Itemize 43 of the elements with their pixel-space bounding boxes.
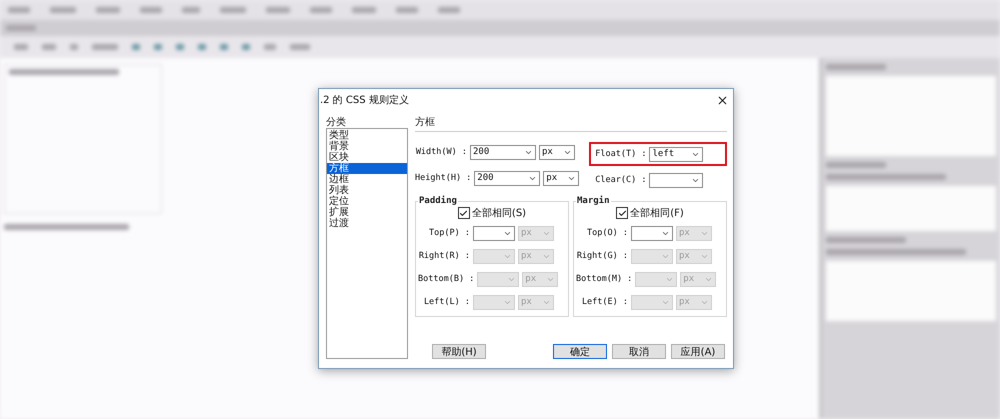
category-item[interactable]: 区块 <box>327 152 407 163</box>
value-dropdown[interactable]: 200 <box>470 144 536 160</box>
group-title: Padding <box>418 196 458 206</box>
close-button[interactable] <box>716 94 729 106</box>
field-label: Right(R) : <box>418 251 470 261</box>
value-dropdown[interactable] <box>631 226 673 240</box>
field-label: Left(E) : <box>580 297 628 307</box>
field-label: Bottom(B) : <box>418 274 474 284</box>
field-label: Bottom(M) : <box>576 274 632 284</box>
section-title: 方框 <box>415 115 727 132</box>
dialog-button[interactable]: 确定 <box>553 344 607 359</box>
field-label: Top(P) : <box>428 228 470 238</box>
category-item[interactable]: 类型 <box>327 130 407 141</box>
field-label: Left(L) : <box>422 297 470 307</box>
category-item[interactable]: 列表 <box>327 185 407 196</box>
group-title: Margin <box>576 196 611 206</box>
value-dropdown[interactable] <box>649 172 704 188</box>
category-item[interactable]: 过渡 <box>327 218 407 229</box>
field-label: Clear(C) : <box>595 175 646 185</box>
dialog-button[interactable]: 应用(A) <box>671 344 725 359</box>
category-item[interactable]: 扩展 <box>327 207 407 218</box>
unit-dropdown[interactable]: px <box>543 170 580 186</box>
checkbox-label: 全部相同(S) <box>472 206 526 220</box>
checkbox-label: 全部相同(F) <box>630 206 684 220</box>
value-dropdown[interactable]: left <box>649 146 704 162</box>
category-item[interactable]: 方框 <box>327 163 407 174</box>
checkbox[interactable] <box>458 207 470 219</box>
category-item[interactable]: 定位 <box>327 196 407 207</box>
dialog-title: .2 的 CSS 规则定义 <box>320 94 409 107</box>
field-label: Float(T) : <box>595 149 646 159</box>
value-dropdown[interactable] <box>473 226 515 240</box>
field-label: Right(G) : <box>576 251 628 261</box>
help-button[interactable]: 帮助(H) <box>432 344 486 359</box>
value-dropdown[interactable]: 200 <box>474 170 540 186</box>
category-label: 分类 <box>326 116 347 128</box>
checkbox[interactable] <box>616 207 628 219</box>
dialog-button[interactable]: 取消 <box>612 344 666 359</box>
field-label: Top(O) : <box>586 228 628 238</box>
category-item[interactable]: 边框 <box>327 174 407 185</box>
unit-dropdown[interactable]: px <box>539 144 575 160</box>
category-item[interactable]: 背景 <box>327 141 407 152</box>
field-label: Width(W) : <box>415 147 467 157</box>
field-label: Height(H) : <box>415 173 472 183</box>
